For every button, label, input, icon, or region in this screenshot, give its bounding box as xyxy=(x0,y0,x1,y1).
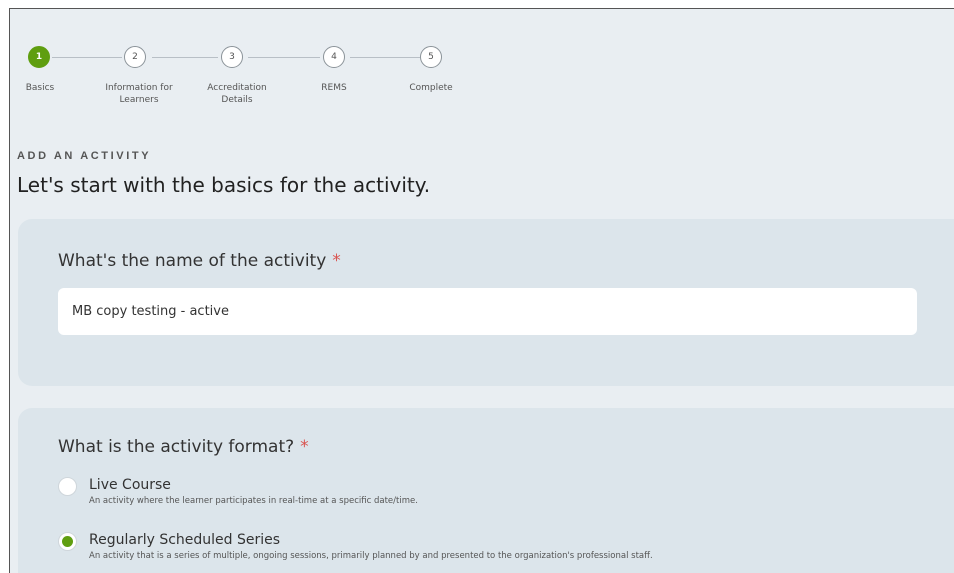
option-label: Live Course xyxy=(89,477,171,493)
step-4-indicator[interactable]: 4 xyxy=(323,46,345,68)
radio-regularly-scheduled-series[interactable] xyxy=(58,532,77,551)
page-eyebrow: ADD AN ACTIVITY xyxy=(17,150,152,162)
option-description: An activity that is a series of multiple… xyxy=(89,551,653,561)
activity-name-card: What's the name of the activity * MB copy… xyxy=(18,219,954,386)
step-connector xyxy=(52,57,122,58)
step-2-indicator[interactable]: 2 xyxy=(124,46,146,68)
progress-stepper: 1 2 3 4 5 Basics Information for Learners… xyxy=(10,9,510,119)
step-2-label: Information for Learners xyxy=(105,83,173,105)
step-connector xyxy=(152,57,218,58)
step-3-indicator[interactable]: 3 xyxy=(221,46,243,68)
step-5-label: Complete xyxy=(409,83,453,93)
step-4-label: REMS xyxy=(321,83,347,93)
activity-wizard: 1 2 3 4 5 Basics Information for Learners… xyxy=(9,8,954,573)
activity-format-card: What is the activity format? * Live Cours… xyxy=(18,408,954,573)
step-5-indicator[interactable]: 5 xyxy=(420,46,442,68)
step-1-label: Basics xyxy=(25,83,55,93)
activity-format-question: What is the activity format? * xyxy=(58,437,309,457)
option-label: Regularly Scheduled Series xyxy=(89,532,281,548)
required-marker: * xyxy=(300,437,309,457)
page-title: Let's start with the basics for the acti… xyxy=(17,173,431,197)
step-1-indicator[interactable]: 1 xyxy=(28,46,50,68)
step-connector xyxy=(350,57,420,58)
step-connector xyxy=(248,57,320,58)
step-3-label: Accreditation Details xyxy=(207,83,267,105)
activity-name-input[interactable]: MB copy testing - active xyxy=(58,288,917,335)
radio-live-course[interactable] xyxy=(58,477,77,496)
activity-name-question: What's the name of the activity * xyxy=(58,251,341,271)
option-description: An activity where the learner participat… xyxy=(89,496,418,506)
required-marker: * xyxy=(332,251,341,271)
